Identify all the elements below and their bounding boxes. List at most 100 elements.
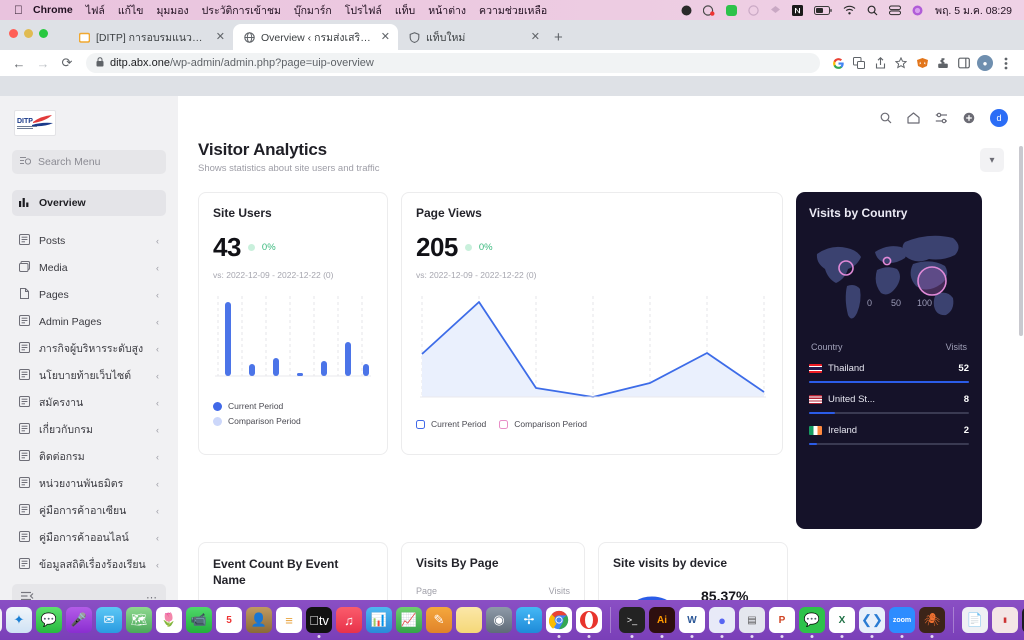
line-icon[interactable]: 💬 <box>799 607 825 638</box>
numbers-icon[interactable]: 📈 <box>396 607 422 633</box>
chrome-icon[interactable] <box>546 607 572 638</box>
world-map[interactable]: 0 50 100 <box>809 226 969 336</box>
sidebar-item-pages[interactable]: Pages ‹ <box>12 282 166 308</box>
table-row[interactable]: Thailand 52 <box>809 363 969 383</box>
browser-tab-1-close[interactable]: ✕ <box>214 31 227 43</box>
share-icon[interactable] <box>870 53 890 73</box>
sidebar-item-media[interactable]: Media ‹ <box>12 255 166 281</box>
hbuilder-icon[interactable]: 🕷 <box>919 607 945 638</box>
menubar-item-bookmarks[interactable]: บุ๊กมาร์ก <box>294 2 332 19</box>
chevron-icon[interactable]: ‹ <box>156 398 159 408</box>
sidebar-item-site-policy[interactable]: นโยบายท้ายเว็บไซต์ ‹ <box>12 363 166 389</box>
chevron-icon[interactable]: ‹ <box>156 344 159 354</box>
sliders-icon[interactable] <box>935 112 948 124</box>
page-views-chart[interactable] <box>416 294 768 409</box>
siri-icon[interactable] <box>912 5 923 16</box>
menubar-item-history[interactable]: ประวัติการเข้าชม <box>202 2 281 19</box>
chevron-icon[interactable]: ‹ <box>156 560 159 570</box>
google-icon[interactable] <box>828 53 848 73</box>
maximize-window-button[interactable] <box>39 29 48 38</box>
podcasts-icon[interactable]: 🎤 <box>66 607 92 633</box>
music-icon[interactable]: ♫ <box>336 607 362 633</box>
sidebar-item-about[interactable]: เกี่ยวกับกรม ‹ <box>12 417 166 443</box>
search-icon[interactable] <box>867 5 878 16</box>
chevron-icon[interactable]: ‹ <box>156 506 159 516</box>
search-menu-input[interactable]: Search Menu <box>12 150 166 174</box>
menubar-clock[interactable]: พฤ. 5 ม.ค. 08:29 <box>935 2 1012 19</box>
menubar-item-window[interactable]: หน้าต่าง <box>428 2 466 19</box>
more-menu-icon[interactable] <box>996 53 1016 73</box>
menubar-item-help[interactable]: ความช่วยเหลือ <box>479 2 547 19</box>
launchpad-icon[interactable]: ▦ <box>0 607 2 633</box>
table-row[interactable]: United St... 8 <box>809 394 969 414</box>
chevron-icon[interactable]: ‹ <box>156 263 159 273</box>
chevron-down-icon[interactable]: ▾ <box>980 148 1004 172</box>
extensions-icon[interactable] <box>933 53 953 73</box>
battery-icon[interactable] <box>814 5 832 15</box>
minimize-window-button[interactable] <box>24 29 33 38</box>
document-icon[interactable]: 📄 <box>962 607 988 633</box>
sidebar-item-overview[interactable]: Overview <box>12 190 166 216</box>
chevron-icon[interactable]: ‹ <box>156 479 159 489</box>
appletv-icon[interactable]: tv <box>306 607 332 638</box>
legend-item-comparison[interactable]: Comparison Period <box>213 416 373 426</box>
chevron-icon[interactable]: ‹ <box>156 236 159 246</box>
keynote-icon[interactable]: 📊 <box>366 607 392 633</box>
metamask-icon[interactable] <box>912 53 932 73</box>
menubar-item-edit[interactable]: แก้ไข <box>118 2 144 19</box>
profile-avatar-icon[interactable]: ● <box>975 53 995 73</box>
dropbox-icon[interactable] <box>770 5 781 16</box>
chevron-icon[interactable]: ‹ <box>156 317 159 327</box>
chevron-icon[interactable]: ‹ <box>156 533 159 543</box>
wifi-icon[interactable] <box>843 5 856 15</box>
legend-item-comparison[interactable]: Comparison Period <box>499 419 587 429</box>
home-icon[interactable] <box>907 112 920 124</box>
translate-icon[interactable] <box>849 53 869 73</box>
notes-icon[interactable] <box>456 607 482 633</box>
messages-icon[interactable]: 💬 <box>36 607 62 633</box>
chevron-icon[interactable]: ‹ <box>156 425 159 435</box>
photos-icon[interactable]: 🌷 <box>156 607 182 633</box>
sidebar-item-careers[interactable]: สมัครงาน ‹ <box>12 390 166 416</box>
calendar-icon[interactable]: 5 <box>216 607 242 633</box>
sidebar-item-posts[interactable]: Posts ‹ <box>12 228 166 254</box>
word-icon[interactable]: W <box>679 607 705 638</box>
record-icon[interactable] <box>681 5 692 16</box>
site-users-chart[interactable] <box>213 294 373 391</box>
content-scrollbar[interactable] <box>1019 146 1023 336</box>
scanner-icon[interactable]: ▤ <box>739 607 765 638</box>
browser-tab-2[interactable]: Overview ‹ กรมส่งเสริมการค้าระห ✕ <box>233 24 398 50</box>
menubar-item-file[interactable]: ไฟล์ <box>86 2 105 19</box>
facetime-icon[interactable]: 📹 <box>186 607 212 633</box>
reminders-icon[interactable]: ≡ <box>276 607 302 633</box>
menubar-item-profiles[interactable]: โปรไฟล์ <box>345 2 382 19</box>
sidebar-item-asean-guide[interactable]: คู่มือการค้าอาเซียน ‹ <box>12 498 166 524</box>
sidebar-item-partners[interactable]: หน่วยงานพันธมิตร ‹ <box>12 471 166 497</box>
browser-tab-3-close[interactable]: ✕ <box>529 31 542 43</box>
chevron-icon[interactable]: ‹ <box>156 290 159 300</box>
opera-icon[interactable] <box>576 607 602 638</box>
sidepanel-icon[interactable] <box>954 53 974 73</box>
sidebar-item-complaint-stats[interactable]: ข้อมูลสถิติเรื่องร้องเรียน ‹ <box>12 552 166 578</box>
poster-icon[interactable]: ▮ <box>992 607 1018 633</box>
vscode-icon[interactable]: ❮❯ <box>859 607 885 638</box>
chevron-icon[interactable]: ‹ <box>156 371 159 381</box>
appstore-icon[interactable]: ✢ <box>516 607 542 633</box>
pages-app-icon[interactable]: ✎ <box>426 607 452 633</box>
safari-icon[interactable]: ✦ <box>6 607 32 633</box>
search-icon[interactable] <box>880 112 892 124</box>
legend-item-current[interactable]: Current Period <box>416 419 486 429</box>
user-avatar[interactable]: d <box>990 109 1008 127</box>
bookmark-star-icon[interactable] <box>891 53 911 73</box>
screenshot-icon[interactable] <box>703 4 715 16</box>
menubar-item-view[interactable]: มุมมอง <box>156 2 188 19</box>
mail-icon[interactable]: ✉ <box>96 607 122 633</box>
excel-icon[interactable]: X <box>829 607 855 638</box>
powerpoint-icon[interactable]: P <box>769 607 795 638</box>
sidebar-item-admin-pages[interactable]: Admin Pages ‹ <box>12 309 166 335</box>
terminal-icon[interactable]: >_ <box>619 607 645 638</box>
reload-button[interactable]: ⟳ <box>56 52 78 74</box>
menubar-item-tab[interactable]: แท็บ <box>395 2 415 19</box>
table-row[interactable]: Ireland 2 <box>809 425 969 445</box>
legend-item-current[interactable]: Current Period <box>213 401 373 411</box>
